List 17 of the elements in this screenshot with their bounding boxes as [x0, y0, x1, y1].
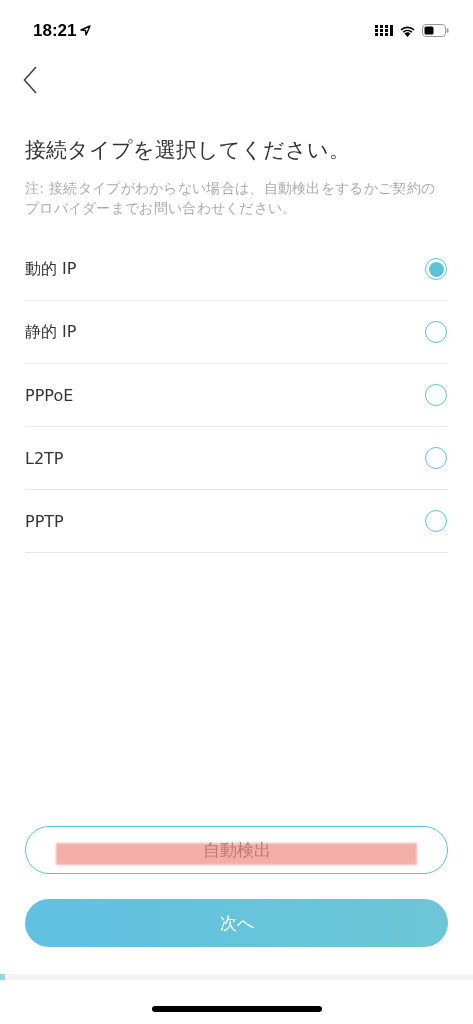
- option-label: L2TP: [25, 448, 64, 468]
- page-title: 接続タイプを選択してください。: [25, 137, 351, 164]
- option-label: 静的 IP: [25, 321, 77, 343]
- option-label: 動的 IP: [25, 258, 77, 280]
- connection-option[interactable]: 動的 IP: [25, 238, 448, 301]
- connection-option[interactable]: PPTP: [25, 490, 448, 553]
- wifi-icon: [399, 24, 416, 37]
- location-icon: [80, 25, 92, 36]
- option-label: PPTP: [25, 511, 64, 531]
- connection-option[interactable]: L2TP: [25, 427, 448, 490]
- connection-option[interactable]: PPPoE: [25, 364, 448, 427]
- connection-option[interactable]: 静的 IP: [25, 301, 448, 364]
- signal-icon: [375, 25, 393, 36]
- note-text: 注: 接続タイプがわからない場合は、自動検出をするかご契約のプロバイダーまでお問い合わせください。: [25, 179, 437, 218]
- battery-icon: [422, 24, 449, 37]
- status-time: 18:21: [33, 20, 77, 41]
- option-label: PPPoE: [25, 385, 74, 405]
